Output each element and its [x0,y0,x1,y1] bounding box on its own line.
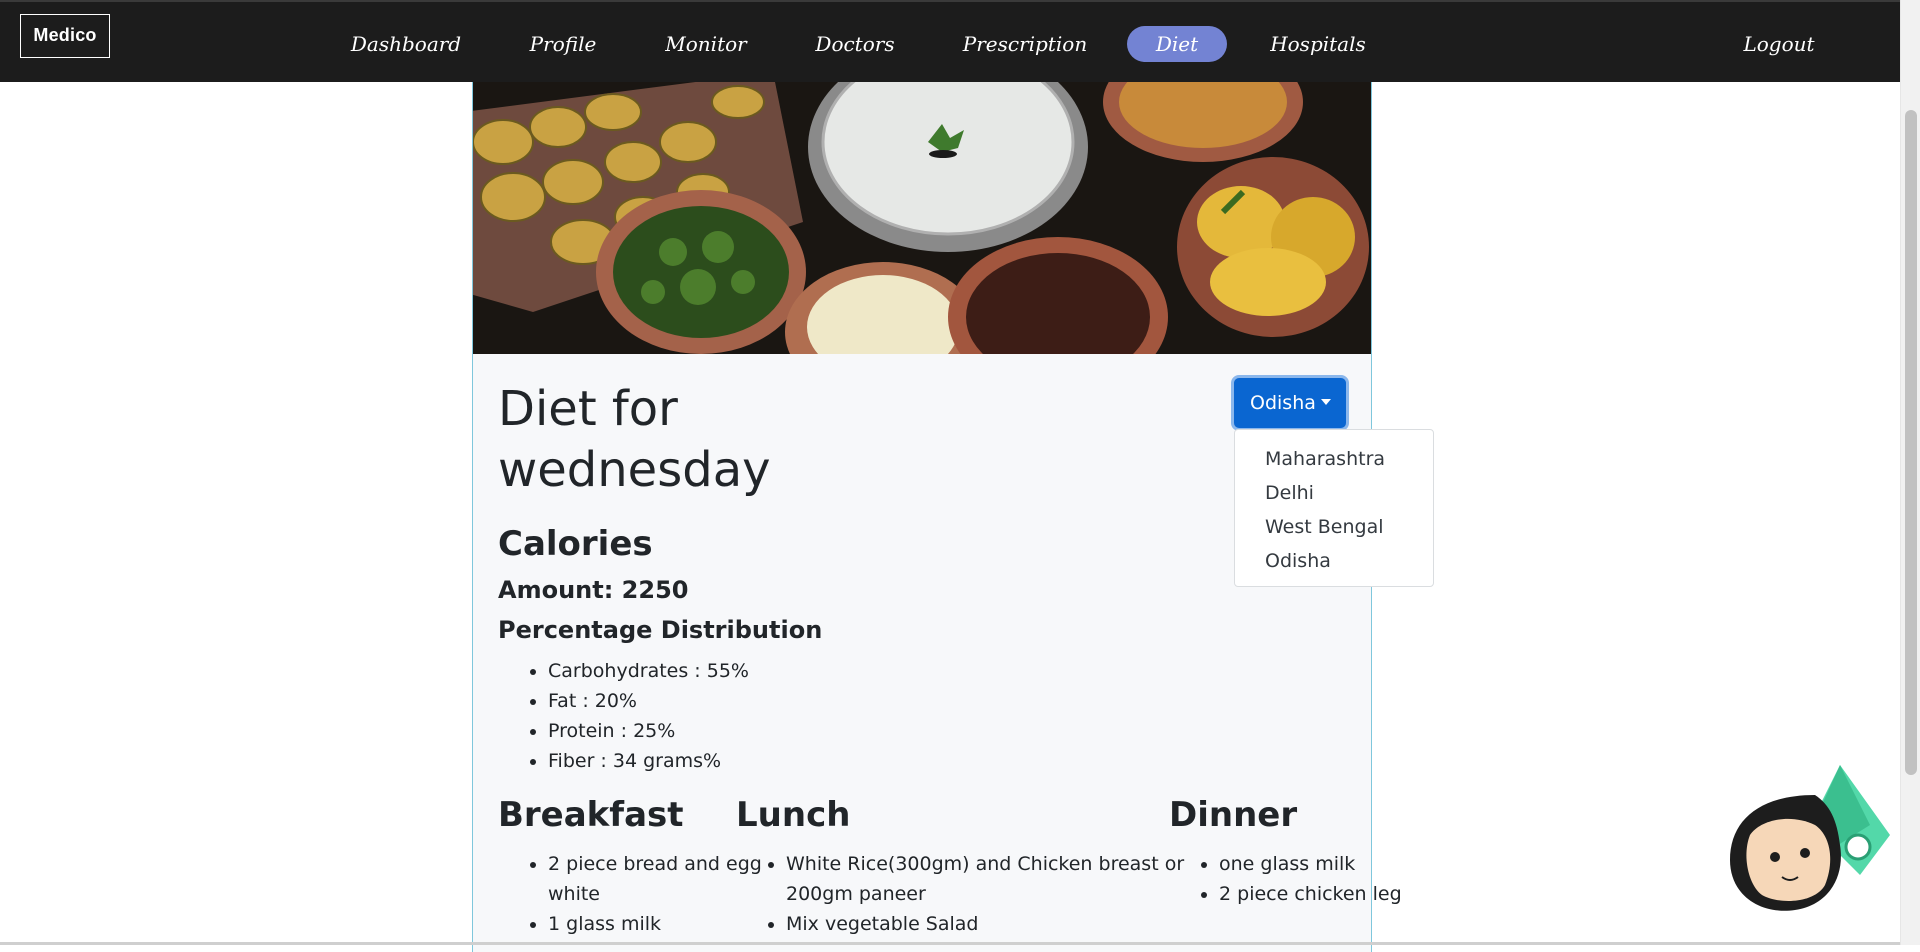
state-dropdown-label: Odisha [1250,392,1316,414]
lunch-heading: Lunch [736,795,851,835]
list-item: Mix vegetable Salad [786,909,1206,939]
list-item: Fiber : 34 grams% [548,746,749,776]
nav-prescription[interactable]: Prescription [958,26,1092,62]
nav-hospitals[interactable]: Hospitals [1264,26,1372,62]
nav-doctors[interactable]: Doctors [808,26,902,62]
list-item: Protein : 25% [548,716,749,746]
top-navbar: Medico Dashboard Profile Monitor Doctors… [0,0,1900,82]
dropdown-item-maharashtra[interactable]: Maharashtra [1265,448,1385,470]
nav-monitor[interactable]: Monitor [660,26,752,62]
dropdown-item-delhi[interactable]: Delhi [1265,482,1314,504]
nav-diet[interactable]: Diet [1127,26,1227,62]
breakfast-heading: Breakfast [498,795,684,835]
dropdown-item-west-bengal[interactable]: West Bengal [1265,516,1384,538]
calories-amount: Amount: 2250 [498,576,689,604]
nav-logout[interactable]: Logout [1732,26,1826,62]
food-illustration [473,82,1371,354]
state-dropdown-button[interactable]: Odisha [1234,378,1346,428]
dinner-list: one glass milk 2 piece chicken leg [1169,849,1419,909]
dinner-heading: Dinner [1169,795,1298,835]
doctor-mascot-icon[interactable] [1720,765,1890,915]
page-scrollbar[interactable] [1900,0,1920,945]
list-item: White Rice(300gm) and Chicken breast or … [786,849,1206,909]
caret-down-icon [1321,399,1331,405]
scrollbar-thumb[interactable] [1905,110,1917,775]
food-image [473,82,1371,354]
brand-logo[interactable]: Medico [20,14,110,58]
distribution-heading: Percentage Distribution [498,616,823,644]
nav-profile[interactable]: Profile [522,26,604,62]
list-item: one glass milk [1219,849,1419,879]
nav-dashboard[interactable]: Dashboard [346,26,466,62]
lunch-list: White Rice(300gm) and Chicken breast or … [736,849,1206,939]
page-title: Diet for wednesday [498,381,771,498]
calories-heading: Calories [498,524,653,564]
state-dropdown-menu: Maharashtra Delhi West Bengal Odisha [1234,429,1434,587]
list-item: Fat : 20% [548,686,749,716]
distribution-list: Carbohydrates : 55% Fat : 20% Protein : … [498,656,749,776]
dropdown-item-odisha[interactable]: Odisha [1265,550,1331,572]
list-item: 2 piece chicken leg [1219,879,1419,909]
list-item: Carbohydrates : 55% [548,656,749,686]
